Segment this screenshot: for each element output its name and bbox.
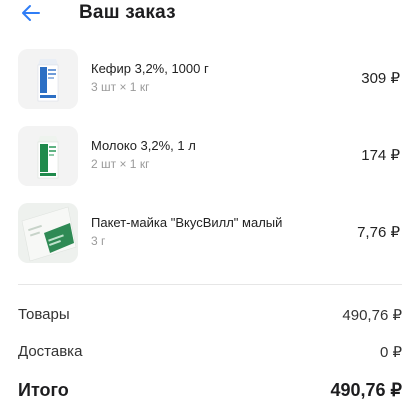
goods-value: 490,76 ₽ bbox=[342, 307, 402, 324]
page-title: Ваш заказ bbox=[79, 2, 176, 23]
item-price: 174 ₽ bbox=[361, 147, 400, 164]
item-name: Молоко 3,2%, 1 л bbox=[91, 138, 196, 153]
item-quantity: 3 шт × 1 кг bbox=[91, 80, 150, 94]
delivery-value: 0 ₽ bbox=[379, 344, 402, 361]
total-label: Итого bbox=[18, 380, 69, 400]
item-quantity: 3 г bbox=[91, 234, 106, 248]
goods-label: Товары bbox=[18, 306, 70, 323]
order-item-milk[interactable]: Молоко 3,2%, 1 л 2 шт × 1 кг 174 ₽ bbox=[18, 126, 404, 186]
order-item-bag[interactable]: Пакет-майка "ВкусВилл" малый 3 г 7,76 ₽ bbox=[18, 203, 404, 263]
item-price: 309 ₽ bbox=[361, 70, 400, 87]
total-row: Итого 490,76 ₽ bbox=[18, 380, 402, 408]
item-name: Кефир 3,2%, 1000 г bbox=[91, 61, 209, 76]
item-name: Пакет-майка "ВкусВилл" малый bbox=[91, 215, 283, 230]
item-quantity: 2 шт × 1 кг bbox=[91, 157, 150, 171]
total-value: 490,76 ₽ bbox=[330, 380, 402, 400]
item-price: 7,76 ₽ bbox=[357, 224, 400, 241]
shopping-bag-image bbox=[18, 203, 78, 263]
arrow-left-icon bbox=[22, 5, 40, 21]
delivery-label: Доставка bbox=[18, 343, 83, 360]
milk-carton-image bbox=[18, 126, 78, 186]
header: Ваш заказ bbox=[0, 0, 420, 32]
kefir-carton-image bbox=[18, 49, 78, 109]
divider bbox=[18, 284, 402, 285]
back-button[interactable] bbox=[18, 0, 44, 26]
goods-row: Товары 490,76 ₽ bbox=[18, 306, 402, 330]
order-screen: Ваш заказ Кефир 3,2%, 1000 г 3 шт × 1 кг… bbox=[0, 0, 420, 420]
delivery-row: Доставка 0 ₽ bbox=[18, 343, 402, 367]
order-item-kefir[interactable]: Кефир 3,2%, 1000 г 3 шт × 1 кг 309 ₽ bbox=[18, 49, 404, 109]
